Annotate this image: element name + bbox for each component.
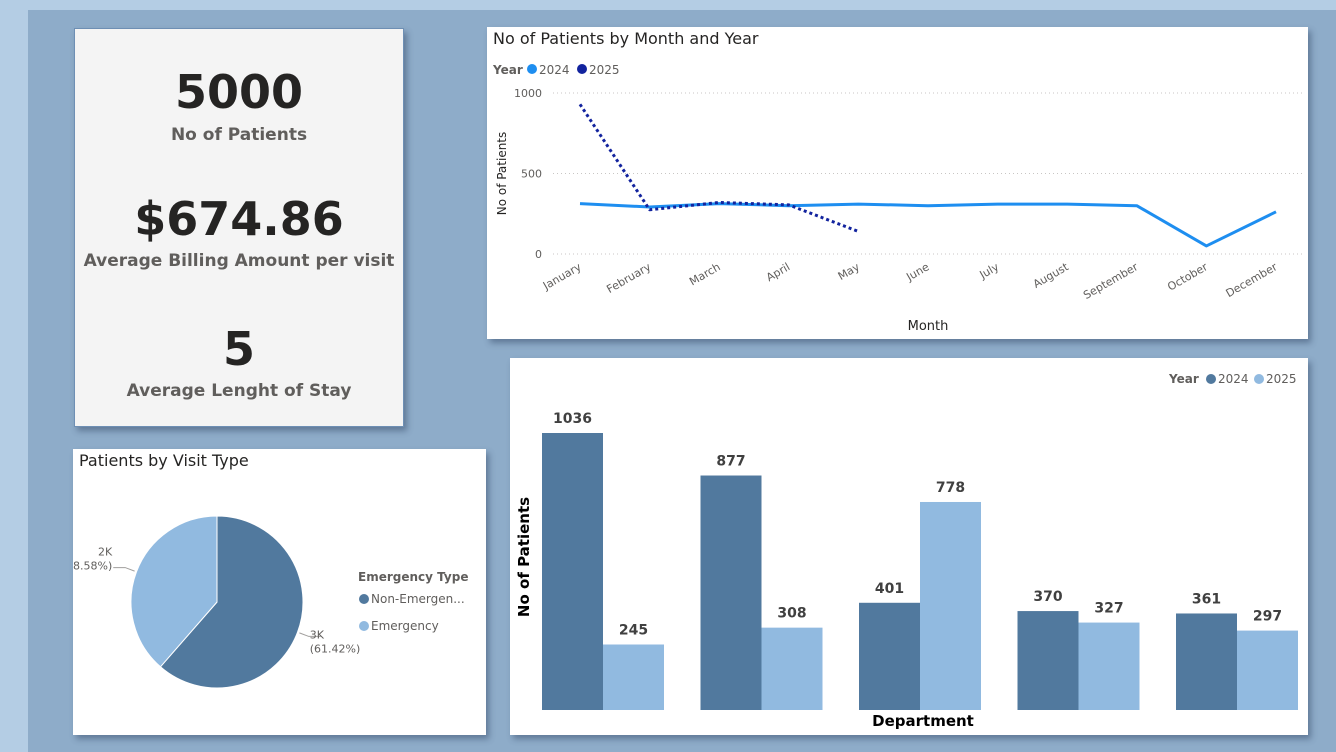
- bar-2025-2[interactable]: [920, 501, 981, 710]
- pie-legend-label[interactable]: Non-Emergen...: [371, 592, 465, 606]
- bar-legend-title: Year: [1168, 372, 1199, 386]
- pie-legend-title: Emergency Type: [358, 570, 468, 584]
- bar-data-label: 297: [1253, 609, 1282, 625]
- bar-data-label: 401: [875, 581, 904, 597]
- billing-value: $674.86: [134, 192, 344, 246]
- line-x-tick: December: [1224, 260, 1280, 300]
- bar-data-label: 361: [1192, 591, 1221, 607]
- line-legend-label-2024: 2024: [539, 63, 570, 77]
- pie-leader-line: [113, 567, 135, 572]
- pie-data-label-value: 2K: [98, 546, 113, 559]
- pie-data-label-value: 3K: [310, 628, 325, 641]
- line-x-tick: October: [1165, 260, 1210, 294]
- bar-2025-3[interactable]: [1078, 622, 1140, 710]
- line-series-2024: [579, 202, 1277, 248]
- bar-2025-4[interactable]: [1237, 630, 1298, 710]
- bar-2024-3[interactable]: [1017, 611, 1079, 710]
- line-legend-marker-2024: [527, 64, 537, 74]
- line-x-tick: July: [977, 260, 1002, 282]
- pie-legend-marker[interactable]: [359, 594, 369, 604]
- line-x-tick: August: [1031, 260, 1071, 291]
- line-chart: No of Patients by Month and Year Year 2024…: [492, 29, 1303, 334]
- bar-data-label: 327: [1094, 601, 1123, 617]
- stay-value: 5: [222, 322, 255, 376]
- bar-legend-label-2024: 2024: [1218, 372, 1249, 386]
- bar-chart: Year 2024 2025 No of Patients Department 1036…: [515, 372, 1298, 730]
- patients-count-label: No of Patients: [170, 125, 308, 145]
- bar-y-axis-label: No of Patients: [515, 497, 533, 617]
- line-legend-label-2025: 2025: [589, 63, 620, 77]
- bar-2024-2[interactable]: [859, 602, 920, 710]
- line-y-tick: 500: [521, 168, 542, 181]
- pie-chart: Patients by Visit Type 3K(61.42%) 2K(38.58…: [73, 451, 468, 689]
- billing-label: Average Billing Amount per visit: [83, 251, 395, 271]
- bar-data-label: 1036: [553, 411, 592, 427]
- line-x-tick: March: [687, 260, 723, 288]
- line-x-tick: February: [604, 260, 653, 296]
- line-x-tick: April: [764, 260, 792, 284]
- line-chart-title: No of Patients by Month and Year: [493, 29, 759, 48]
- line-x-tick: January: [540, 260, 584, 293]
- bar-2024-0[interactable]: [542, 433, 603, 710]
- line-x-tick: June: [903, 260, 931, 284]
- pie-data-label-percent: (38.58%): [73, 560, 112, 573]
- line-y-tick: 1000: [514, 87, 542, 100]
- bar-legend-marker-2025: [1254, 374, 1264, 384]
- line-y-axis-label: No of Patients: [495, 132, 509, 216]
- pie-chart-card[interactable]: Patients by Visit Type 3K(61.42%) 2K(38.58…: [73, 449, 486, 735]
- bar-2024-1[interactable]: [700, 475, 762, 710]
- kpi-card[interactable]: 5000 No of Patients $674.86 Average Bill…: [74, 28, 404, 427]
- pie-legend-marker[interactable]: [359, 621, 369, 631]
- stay-label: Average Lenght of Stay: [126, 381, 352, 401]
- bar-data-label: 308: [777, 606, 806, 622]
- line-legend-title: Year: [492, 63, 523, 77]
- bar-2025-1[interactable]: [761, 627, 823, 710]
- line-y-tick: 0: [535, 248, 542, 261]
- bar-x-axis-label: Department: [872, 712, 974, 730]
- bar-2024-4[interactable]: [1176, 613, 1237, 710]
- bar-chart-card[interactable]: Year 2024 2025 No of Patients Department 1036…: [510, 358, 1308, 735]
- bar-data-label: 370: [1033, 589, 1062, 605]
- line-x-tick: May: [836, 260, 863, 283]
- line-x-tick: September: [1081, 260, 1141, 302]
- line-legend-marker-2025: [577, 64, 587, 74]
- pie-data-label-percent: (61.42%): [310, 642, 361, 655]
- bar-2025-0[interactable]: [603, 644, 664, 710]
- bar-legend-marker-2024: [1206, 374, 1216, 384]
- bar-data-label: 778: [936, 480, 965, 496]
- line-chart-card[interactable]: No of Patients by Month and Year Year 2024…: [487, 27, 1308, 339]
- pie-legend-label[interactable]: Emergency: [371, 619, 439, 633]
- line-x-axis-label: Month: [908, 319, 949, 334]
- bar-data-label: 245: [619, 622, 648, 638]
- bar-data-label: 877: [716, 454, 745, 470]
- patients-count-value: 5000: [174, 65, 304, 119]
- pie-chart-title: Patients by Visit Type: [79, 451, 249, 470]
- bar-legend-label-2025: 2025: [1266, 372, 1297, 386]
- line-series-2025: [578, 103, 859, 233]
